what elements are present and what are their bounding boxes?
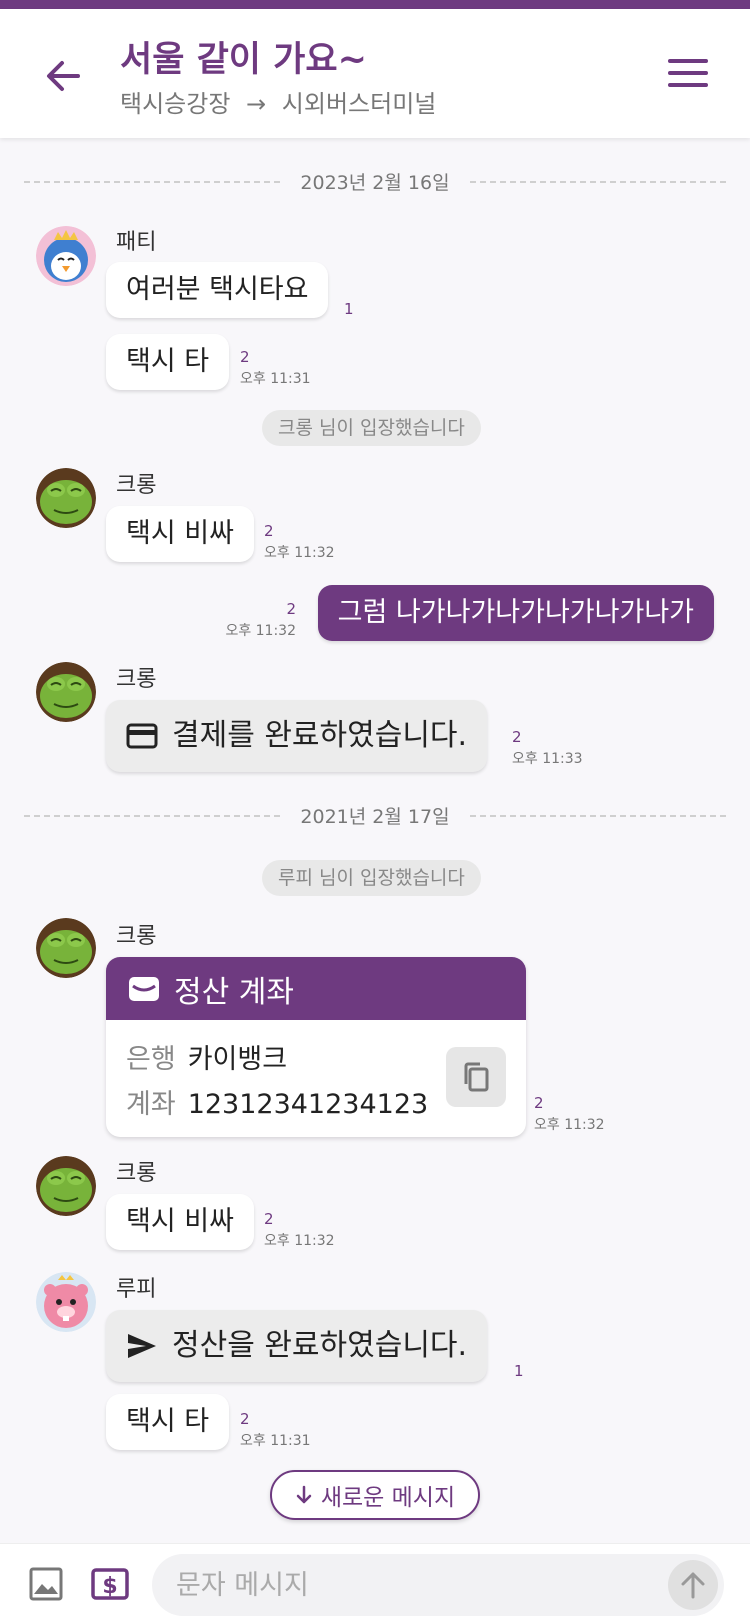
sender-name: 루피 (116, 1277, 157, 1302)
message-text: 정산을 완료하였습니다. (172, 1328, 468, 1363)
avatar-crong[interactable] (36, 468, 96, 528)
route-to: 시외버스터미널 (281, 90, 437, 118)
chat-title: 서울 같이 가요~ (120, 40, 367, 80)
date-separator: 2021년 2월 17일 (24, 800, 726, 830)
route-arrow: → (246, 90, 267, 118)
frog-avatar-icon (36, 918, 96, 978)
account-card-title: 정산 계좌 (174, 974, 294, 1010)
menu-button[interactable] (668, 59, 708, 91)
message-bubble[interactable]: 택시 타 (106, 1394, 230, 1450)
message-meta: 2 오후 11:31 (240, 348, 311, 388)
unread-count: 2 (534, 1094, 544, 1112)
message-time: 오후 11:32 (534, 1117, 605, 1133)
route: 택시승강장 → 시외버스터미널 (120, 84, 436, 119)
frog-avatar-icon (36, 1156, 96, 1216)
account-card-header: 정산 계좌 (106, 957, 526, 1020)
message-meta: 1 (514, 1362, 524, 1382)
composer-bar: $ (0, 1543, 750, 1624)
hamburger-icon (668, 59, 708, 87)
system-message: 루피 님이 입장했습니다 (262, 860, 481, 896)
frog-avatar-icon (36, 662, 96, 722)
avatar-crong[interactable] (36, 1156, 96, 1216)
account-label: 계좌 (126, 1089, 176, 1120)
message-meta: 2 오후 11:31 (240, 1410, 311, 1450)
message-meta: 2 오후 11:33 (512, 728, 583, 768)
chat-header: 서울 같이 가요~ 택시승강장 → 시외버스터미널 (0, 9, 750, 138)
message-time: 오후 11:31 (240, 1433, 311, 1449)
message-time: 오후 11:33 (512, 751, 583, 767)
avatar-patty[interactable] (36, 226, 96, 286)
send-icon (128, 1334, 156, 1358)
copy-button[interactable] (446, 1047, 506, 1107)
unread-count: 1 (344, 300, 354, 318)
money-icon: $ (91, 1568, 129, 1600)
bank-row: 은행 카이뱅크 (126, 1037, 287, 1076)
arrow-up-icon (681, 1572, 705, 1599)
wallet-icon (129, 976, 159, 1001)
unread-count: 2 (240, 1410, 250, 1428)
new-message-label: 새로운 메시지 (320, 1485, 456, 1511)
beaver-avatar-icon (36, 1272, 96, 1332)
message-time: 오후 11:32 (264, 545, 335, 561)
system-message: 크롱 님이 입장했습니다 (262, 410, 481, 446)
avatar-crong[interactable] (36, 662, 96, 722)
top-accent-strip (0, 0, 750, 9)
message-time: 오후 11:32 (264, 1233, 335, 1249)
account-row: 계좌 12312341234123 (126, 1082, 428, 1121)
back-button[interactable] (40, 52, 88, 100)
message-bubble[interactable]: 택시 타 (106, 334, 230, 390)
payment-complete-bubble[interactable]: 결제를 완료하였습니다. (106, 700, 488, 772)
arrow-left-icon (47, 61, 80, 91)
unread-count: 2 (264, 522, 274, 540)
send-button[interactable] (668, 1560, 718, 1610)
svg-text:$: $ (102, 1574, 117, 1599)
image-icon (29, 1567, 63, 1601)
message-meta: 2 오후 11:32 (225, 600, 296, 640)
message-input-container (152, 1554, 724, 1616)
settlement-button[interactable]: $ (90, 1566, 130, 1602)
sender-name: 크롱 (116, 1161, 157, 1186)
credit-card-icon (126, 723, 158, 749)
message-time: 오후 11:32 (225, 623, 296, 639)
bank-value: 카이뱅크 (187, 1044, 288, 1075)
unread-count: 2 (286, 600, 296, 618)
message-bubble[interactable]: 택시 비싸 (106, 506, 254, 562)
message-time: 오후 11:31 (240, 371, 311, 387)
message-bubble[interactable]: 택시 비싸 (106, 1194, 254, 1250)
image-button[interactable] (28, 1566, 64, 1602)
unread-count: 2 (264, 1210, 274, 1228)
arrow-down-icon (296, 1485, 312, 1504)
avatar-crong[interactable] (36, 918, 96, 978)
message-meta: 2 오후 11:32 (264, 1210, 335, 1250)
unread-count: 2 (240, 348, 250, 366)
sender-name: 패티 (116, 230, 157, 255)
penguin-avatar-icon (36, 226, 96, 286)
message-input[interactable] (176, 1554, 636, 1616)
settlement-account-card[interactable]: 정산 계좌 은행 카이뱅크 계좌 12312341234123 (106, 957, 526, 1137)
message-text: 결제를 완료하였습니다. (172, 718, 468, 753)
my-message-bubble[interactable]: 그럼 나가나가나가나가나가나가 (317, 585, 714, 641)
message-meta: 2 오후 11:32 (534, 1094, 605, 1134)
unread-count: 1 (514, 1362, 524, 1380)
sender-name: 크롱 (116, 473, 157, 498)
frog-avatar-icon (36, 468, 96, 528)
unread-count: 2 (512, 728, 522, 746)
message-meta: 2 오후 11:32 (264, 522, 335, 562)
message-bubble[interactable]: 여러분 택시타요 (106, 262, 329, 318)
settlement-complete-bubble[interactable]: 정산을 완료하였습니다. (106, 1310, 488, 1382)
avatar-loopy[interactable] (36, 1272, 96, 1332)
route-from: 택시승강장 (120, 90, 231, 118)
date-separator: 2023년 2월 16일 (24, 166, 726, 196)
new-message-button[interactable]: 새로운 메시지 (270, 1470, 480, 1520)
message-meta: 1 (344, 300, 354, 320)
sender-name: 크롱 (116, 924, 157, 949)
sender-name: 크롱 (116, 667, 157, 692)
bank-label: 은행 (126, 1044, 176, 1075)
copy-icon (464, 1062, 489, 1092)
account-number: 12312341234123 (187, 1089, 429, 1120)
